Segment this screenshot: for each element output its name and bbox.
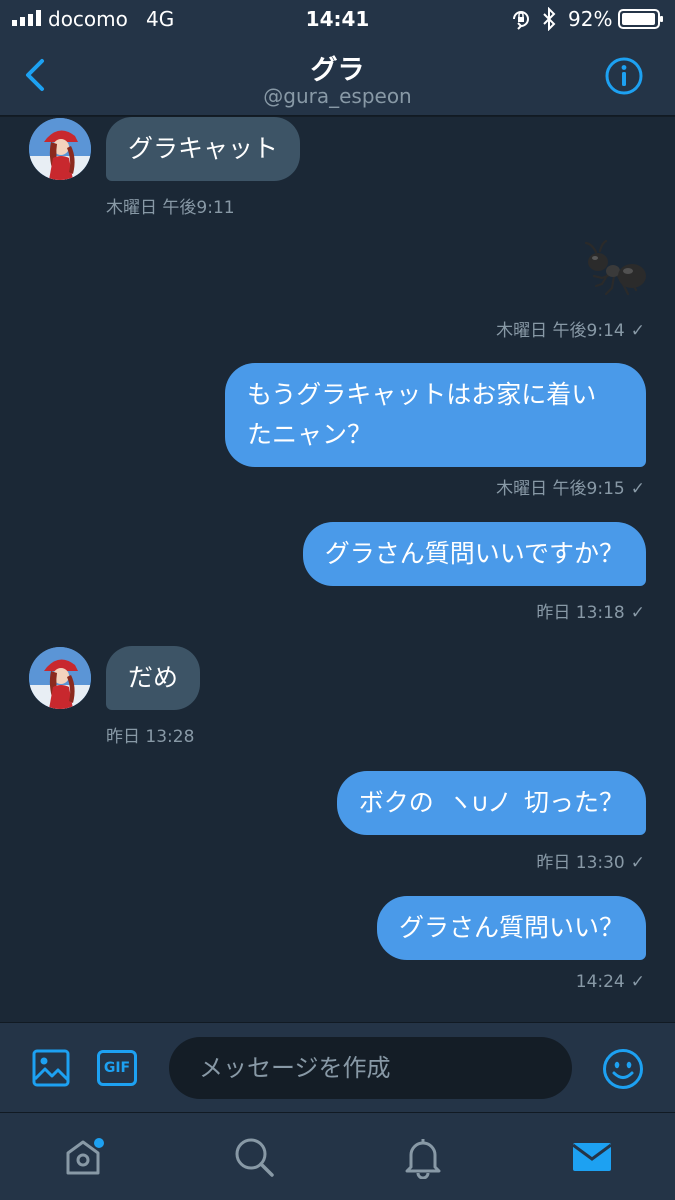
message-text: ボクの [358, 788, 434, 817]
contact-handle[interactable]: @gura_espeon [0, 84, 675, 108]
read-check-icon: ✓ [630, 972, 645, 992]
search-icon[interactable] [232, 1135, 276, 1179]
message-status: 木曜日 午後9:15 ✓ [496, 474, 645, 499]
message-timestamp: 昨日 13:30 [536, 853, 625, 873]
read-check-icon: ✓ [630, 479, 645, 499]
outgoing-message-bubble[interactable]: ボクの ヽ∪ノ 切った？ [336, 771, 646, 835]
ant-emoji[interactable] [582, 240, 648, 300]
home-icon[interactable] [63, 1135, 107, 1179]
conversation-header: グラ @gura_espeon [0, 38, 675, 116]
message-timestamp: 昨日 13:28 [106, 727, 195, 747]
outgoing-message-bubble[interactable]: もうグラキャットはお家に着い たニャン？ [225, 363, 646, 467]
read-check-icon: ✓ [630, 321, 645, 341]
read-check-icon: ✓ [630, 853, 645, 873]
message-list[interactable]: グラキャット 木曜日 午後9:11 木曜日 午後9:14 ✓ もうグラキャットはお… [0, 117, 675, 1022]
message-status: 昨日 13:18 ✓ [536, 598, 645, 623]
status-bar: docomo 4G 14:41 92% [0, 0, 675, 38]
message-status: 木曜日 午後9:14 ✓ [496, 316, 645, 341]
message-timestamp: 木曜日 午後9:15 [496, 479, 625, 499]
message-timestamp: 木曜日 午後9:11 [106, 198, 235, 218]
incoming-message-bubble[interactable]: グラキャット [106, 117, 301, 181]
gif-button[interactable]: GIF [97, 1050, 137, 1086]
image-icon[interactable] [32, 1049, 70, 1087]
message-line: もうグラキャットはお家に着い [247, 380, 597, 409]
tab-bar [0, 1112, 675, 1200]
message-status: 昨日 13:30 ✓ [536, 848, 645, 873]
message-composer: GIF [0, 1022, 675, 1112]
incoming-message-bubble[interactable]: だめ [106, 646, 201, 710]
contact-name[interactable]: グラ [0, 48, 675, 87]
battery-percentage: 92% [568, 7, 613, 31]
bell-icon[interactable] [401, 1135, 445, 1179]
bluetooth-icon [543, 7, 556, 31]
outgoing-message-bubble[interactable]: グラさん質問いいですか？ [302, 522, 646, 586]
battery-icon [618, 9, 663, 29]
read-check-icon: ✓ [630, 603, 645, 623]
avatar-illustration [29, 647, 91, 709]
message-glyph: ヽ∪ノ [447, 788, 512, 817]
message-timestamp: 昨日 13:18 [536, 603, 625, 623]
emoji-icon[interactable] [602, 1048, 644, 1090]
message-input[interactable] [169, 1037, 572, 1099]
message-line: たニャン？ [247, 420, 373, 449]
message-timestamp: 木曜日 午後9:14 [496, 321, 625, 341]
info-icon[interactable] [604, 56, 644, 96]
avatar[interactable] [29, 647, 91, 709]
outgoing-message-bubble[interactable]: グラさん質問いい？ [376, 896, 646, 960]
mail-icon[interactable] [570, 1135, 614, 1179]
avatar-illustration [29, 118, 91, 180]
message-text: 切った？ [523, 788, 624, 817]
avatar[interactable] [29, 118, 91, 180]
message-timestamp: 14:24 [575, 972, 625, 992]
orientation-lock-icon [513, 11, 529, 30]
message-status: 14:24 ✓ [576, 972, 645, 992]
